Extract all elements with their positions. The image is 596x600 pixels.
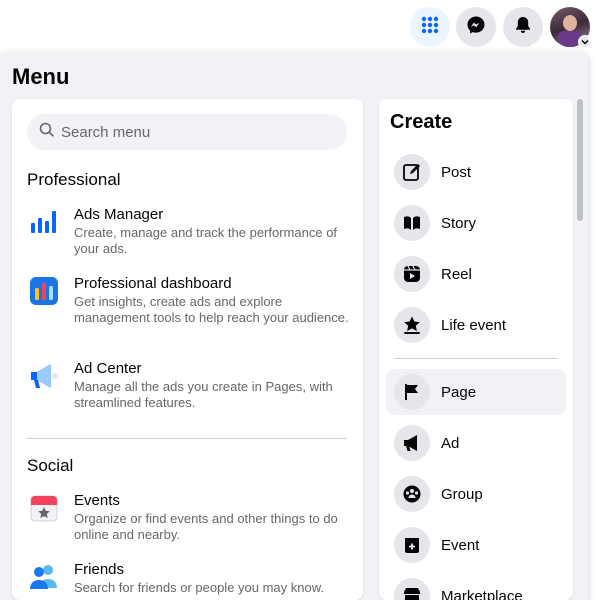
menu-item-description: Get insights, create ads and explore man… (74, 294, 349, 325)
create-story-button[interactable]: Story (386, 200, 566, 246)
apps-grid-icon (420, 15, 440, 40)
chevron-down-icon[interactable] (578, 35, 592, 49)
menu-item-events[interactable]: Events Organize or find events and other… (27, 491, 352, 543)
avatar-face (563, 15, 577, 31)
create-ad-button[interactable]: Ad (386, 420, 566, 466)
section-title-professional: Professional (27, 170, 121, 189)
create-group-button[interactable]: Group (386, 471, 566, 517)
apps-grid-button[interactable] (410, 7, 450, 47)
menu-item-name: Ads Manager (74, 206, 164, 223)
create-post-button[interactable]: Post (386, 149, 566, 195)
section-title-social: Social (27, 456, 74, 475)
search-input[interactable] (61, 123, 331, 141)
edit-icon (394, 154, 430, 190)
menu-item-description: Organize or find events and other things… (74, 511, 338, 542)
group-icon (394, 476, 430, 512)
menu-item-name: Friends (74, 561, 125, 578)
menu-panel: Menu Professional Ads Manager Create, ma… (0, 52, 588, 600)
marketplace-icon (394, 578, 430, 600)
create-item-label: Ad (441, 434, 460, 452)
search-icon (39, 122, 55, 143)
create-item-label: Event (441, 536, 480, 554)
create-item-label: Story (441, 214, 477, 232)
bar-chart-icon (27, 205, 61, 239)
menu-item-professional-dashboard[interactable]: Professional dashboard Get insights, cre… (27, 274, 352, 326)
menu-item-name: Professional dashboard (74, 275, 232, 292)
messenger-icon (466, 15, 486, 40)
menu-list-card: Professional Ads Manager Create, manage … (12, 99, 363, 600)
profile-avatar[interactable] (550, 7, 592, 49)
create-card: Create Post Story Reel Life event Page A… (379, 99, 573, 600)
menu-item-name: Events (74, 492, 120, 509)
create-item-label: Group (441, 485, 483, 503)
menu-item-description: Create, manage and track the performance… (74, 225, 338, 256)
flag-icon (394, 374, 430, 410)
scrollbar-thumb[interactable] (577, 99, 583, 221)
menu-item-ads-manager[interactable]: Ads Manager Create, manage and track the… (27, 205, 352, 257)
create-life-event-button[interactable]: Life event (386, 302, 566, 348)
create-divider (394, 358, 558, 359)
create-item-label: Post (441, 163, 472, 181)
calendar-icon (27, 491, 61, 525)
menu-item-description: Manage all the ads you create in Pages, … (74, 379, 333, 410)
megaphone-icon (27, 359, 61, 393)
menu-item-friends[interactable]: Friends Search for friends or people you… (27, 560, 352, 596)
create-item-label: Marketplace (441, 587, 523, 600)
event-icon (394, 527, 430, 563)
create-page-button[interactable]: Page (386, 369, 566, 415)
create-reel-button[interactable]: Reel (386, 251, 566, 297)
create-item-label: Reel (441, 265, 472, 283)
create-title: Create (390, 111, 453, 133)
create-marketplace-button[interactable]: Marketplace (386, 573, 566, 600)
dashboard-icon (27, 274, 61, 308)
messenger-button[interactable] (456, 7, 496, 47)
create-item-label: Page (441, 383, 477, 401)
section-divider (27, 438, 347, 439)
create-event-button[interactable]: Event (386, 522, 566, 568)
top-navigation-bar (0, 0, 596, 52)
menu-item-ad-center[interactable]: Ad Center Manage all the ads you create … (27, 359, 352, 411)
star-icon (394, 307, 430, 343)
create-item-label: Life event (441, 316, 507, 334)
friends-icon (27, 560, 61, 594)
search-bar[interactable] (27, 114, 347, 150)
menu-item-description: Search for friends or people you may kno… (74, 580, 325, 595)
bell-icon (513, 15, 533, 40)
notifications-button[interactable] (503, 7, 543, 47)
reel-icon (394, 256, 430, 292)
book-icon (394, 205, 430, 241)
menu-item-name: Ad Center (74, 360, 142, 377)
menu-title: Menu (12, 64, 70, 89)
megaphone-icon (394, 425, 430, 461)
